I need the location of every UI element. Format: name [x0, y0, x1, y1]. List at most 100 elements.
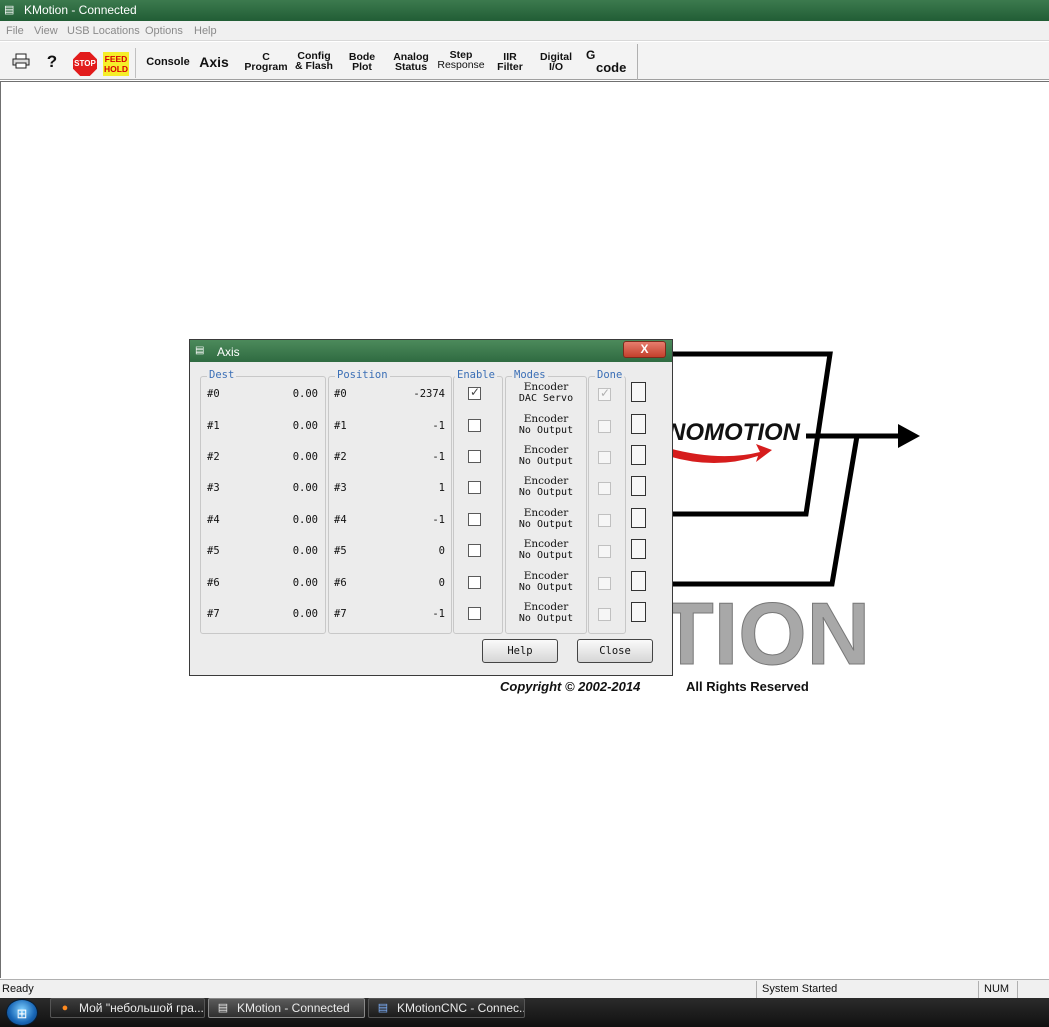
- start-button[interactable]: ⊞: [6, 999, 38, 1026]
- done-checkbox: [598, 482, 611, 495]
- mode-label[interactable]: Encoder DAC Servo: [506, 382, 586, 405]
- dest-value: 0.00: [292, 420, 318, 432]
- dest-value: 0.00: [292, 388, 318, 400]
- dialog-app-icon: ▤: [195, 345, 205, 356]
- dest-axis-id: #4: [207, 514, 220, 526]
- taskbar-item-label: KMotionCNC - Connec...: [397, 1001, 525, 1015]
- status-divider: [978, 981, 979, 998]
- position-axis-id: #0: [334, 388, 347, 400]
- status-message: System Started: [762, 983, 838, 995]
- rights-text: All Rights Reserved: [686, 679, 809, 694]
- status-divider: [756, 981, 757, 998]
- status-ready: Ready: [2, 983, 34, 995]
- enable-checkbox[interactable]: [468, 419, 481, 432]
- done-checkbox: [598, 514, 611, 527]
- position-value: -2374: [413, 388, 445, 400]
- position-value: -1: [432, 608, 445, 620]
- mode-input-label: Encoder: [523, 444, 569, 456]
- mode-label[interactable]: Encoder No Output: [506, 444, 586, 468]
- position-value: -1: [432, 514, 445, 526]
- taskbar: ⊞ ● Мой "небольшой гра... ▤ KMotion - Co…: [0, 998, 1049, 1027]
- position-value: 0: [438, 545, 445, 557]
- enable-checkbox[interactable]: [468, 450, 481, 463]
- mode-label[interactable]: Encoder No Output: [506, 413, 586, 437]
- position-axis-id: #5: [334, 545, 347, 557]
- dest-value: 0.00: [292, 482, 318, 494]
- mode-label[interactable]: Encoder No Output: [506, 507, 586, 531]
- axis-status-indicator: [631, 382, 646, 402]
- enable-checkbox[interactable]: [468, 576, 481, 589]
- dialog-close-button[interactable]: X: [623, 341, 666, 358]
- taskbar-item-label: Мой "небольшой гра...: [79, 1001, 204, 1015]
- axis-status-indicator: [631, 414, 646, 434]
- enable-checkbox[interactable]: [468, 607, 481, 620]
- enable-checkbox[interactable]: [468, 513, 481, 526]
- mode-output-label: No Output: [518, 550, 574, 561]
- enable-group: Enable: [453, 369, 503, 634]
- done-checkbox: [598, 451, 611, 464]
- kmotion-app: ▤ KMotion - Connected File View USB Loca…: [0, 0, 1049, 1027]
- position-axis-id: #1: [334, 420, 347, 432]
- enable-group-label: Enable: [455, 369, 497, 381]
- position-axis-id: #7: [334, 608, 347, 620]
- axis-dialog-title-bar[interactable]: ▤ Axis X: [190, 340, 672, 362]
- mode-output-label: No Output: [518, 519, 574, 530]
- position-value: -1: [432, 420, 445, 432]
- mode-output-label: No Output: [518, 582, 574, 593]
- status-bar: Ready System Started NUM: [0, 979, 1049, 998]
- kmotion-icon: ▤: [217, 1002, 229, 1014]
- kmotioncnc-icon: ▤: [377, 1002, 389, 1014]
- done-checkbox: [598, 545, 611, 558]
- mode-label[interactable]: Encoder No Output: [506, 538, 586, 562]
- enable-checkbox[interactable]: ✓: [468, 385, 481, 400]
- mode-input-label: Encoder: [523, 413, 569, 425]
- done-checkbox: [598, 420, 611, 433]
- mode-label[interactable]: Encoder No Output: [506, 602, 586, 625]
- taskbar-item-kmotioncnc[interactable]: ▤ KMotionCNC - Connec...: [368, 998, 525, 1018]
- check-icon: ✓: [470, 385, 481, 399]
- mode-label[interactable]: Encoder No Output: [506, 571, 586, 594]
- firefox-icon: ●: [61, 1002, 69, 1014]
- check-icon: ✓: [600, 386, 611, 400]
- position-axis-id: #2: [334, 451, 347, 463]
- dest-axis-id: #7: [207, 608, 220, 620]
- logo-big-text: TION: [660, 584, 870, 683]
- mode-input-label: Encoder: [523, 475, 569, 487]
- taskbar-item-firefox[interactable]: ● Мой "небольшой гра...: [50, 998, 205, 1018]
- done-checkbox: [598, 577, 611, 590]
- mode-output-label: No Output: [518, 487, 574, 498]
- dest-value: 0.00: [292, 545, 318, 557]
- status-divider: [1017, 981, 1018, 998]
- position-axis-id: #6: [334, 577, 347, 589]
- dest-value: 0.00: [292, 577, 318, 589]
- taskbar-item-kmotion[interactable]: ▤ KMotion - Connected: [208, 998, 365, 1018]
- position-group-label: Position: [335, 369, 390, 381]
- position-value: 1: [438, 482, 445, 494]
- dest-axis-id: #1: [207, 420, 220, 432]
- arrow-right-icon: [898, 424, 920, 448]
- done-group: Done: [588, 369, 626, 634]
- position-axis-id: #3: [334, 482, 347, 494]
- axis-status-indicator: [631, 571, 646, 591]
- logo-text: NOMOTION: [668, 419, 801, 446]
- dest-group: Dest: [200, 369, 326, 634]
- axis-status-indicator: [631, 508, 646, 528]
- position-value: 0: [438, 577, 445, 589]
- mode-output-label: DAC Servo: [518, 393, 574, 404]
- axis-dialog: ▤ Axis X Dest Position Enable Modes Done…: [189, 339, 673, 676]
- mode-input-label: Encoder: [523, 507, 569, 519]
- done-group-label: Done: [595, 369, 625, 381]
- enable-checkbox[interactable]: [468, 544, 481, 557]
- mode-label[interactable]: Encoder No Output: [506, 475, 586, 499]
- position-value: -1: [432, 451, 445, 463]
- dest-axis-id: #5: [207, 545, 220, 557]
- help-dialog-button[interactable]: Help: [482, 639, 558, 663]
- mode-output-label: No Output: [518, 456, 574, 467]
- dest-axis-id: #3: [207, 482, 220, 494]
- enable-checkbox[interactable]: [468, 481, 481, 494]
- done-checkbox: [598, 608, 611, 621]
- dest-axis-id: #6: [207, 577, 220, 589]
- axis-status-indicator: [631, 445, 646, 465]
- mode-input-label: Encoder: [523, 538, 569, 550]
- close-dialog-button[interactable]: Close: [577, 639, 653, 663]
